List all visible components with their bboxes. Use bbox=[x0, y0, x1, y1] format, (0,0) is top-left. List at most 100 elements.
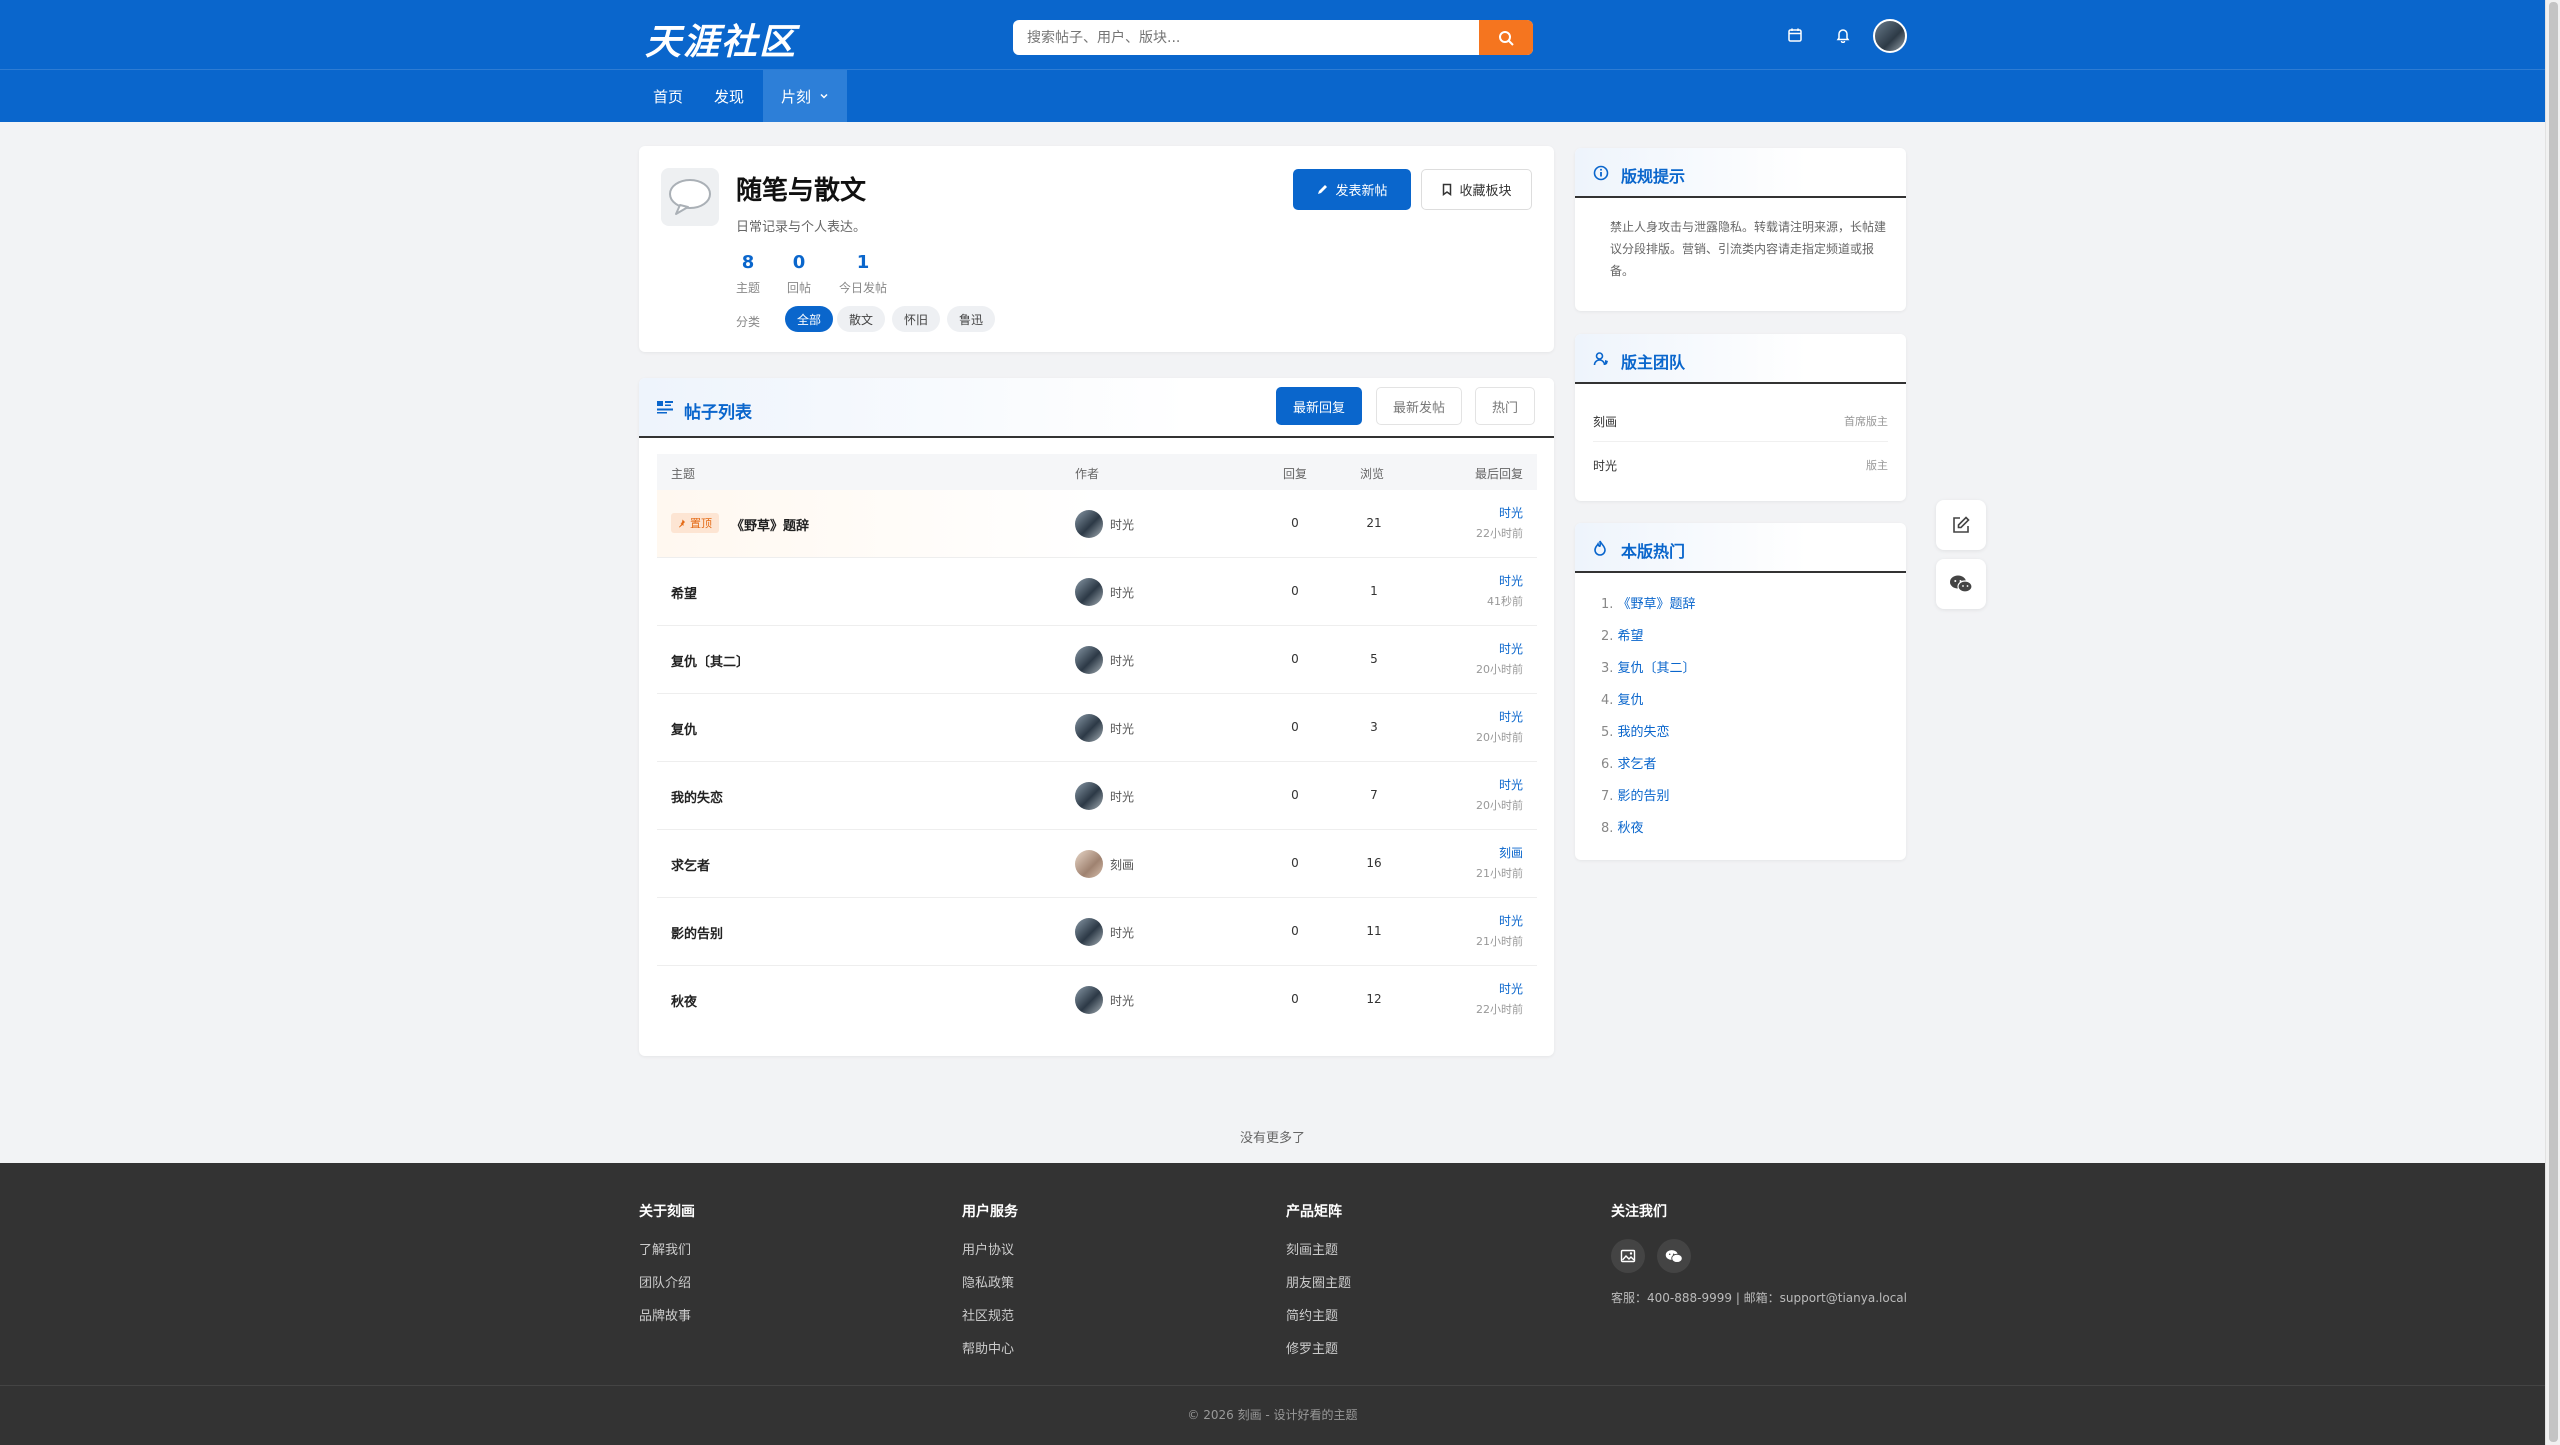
footer-link[interactable]: 团队介绍 bbox=[639, 1272, 695, 1291]
scrollbar-thumb[interactable] bbox=[2549, 2, 2558, 1442]
footer-link[interactable]: 隐私政策 bbox=[962, 1272, 1018, 1291]
post-author[interactable]: 时光 bbox=[1110, 924, 1134, 941]
avatar[interactable] bbox=[1075, 714, 1103, 742]
hot-post-title[interactable]: 复仇 bbox=[1618, 693, 1644, 708]
moderator-row[interactable]: 刻画 首席版主 bbox=[1593, 398, 1888, 442]
nav-discover[interactable]: 发现 bbox=[714, 70, 744, 122]
post-author[interactable]: 时光 bbox=[1110, 720, 1134, 737]
footer-link[interactable]: 品牌故事 bbox=[639, 1305, 695, 1324]
sort-latest-reply[interactable]: 最新回复 bbox=[1276, 387, 1363, 425]
post-subject[interactable]: 《野草》题辞 bbox=[731, 515, 809, 534]
hot-post-title[interactable]: 影的告别 bbox=[1618, 789, 1670, 804]
footer-link[interactable]: 了解我们 bbox=[639, 1239, 695, 1258]
footer-link[interactable]: 简约主题 bbox=[1286, 1305, 1351, 1324]
sort-latest-post[interactable]: 最新发帖 bbox=[1376, 387, 1463, 425]
hot-post-item[interactable]: 2. 希望 bbox=[1601, 625, 1644, 644]
table-row[interactable]: 希望 时光 0 1 时光 41秒前 bbox=[657, 558, 1537, 626]
moderator-name[interactable]: 刻画 bbox=[1593, 413, 1617, 430]
post-author[interactable]: 时光 bbox=[1110, 992, 1134, 1009]
last-reply-user[interactable]: 时光 bbox=[1476, 912, 1523, 929]
footer-link[interactable]: 刻画主题 bbox=[1286, 1239, 1351, 1258]
last-reply-user[interactable]: 刻画 bbox=[1476, 844, 1523, 861]
user-avatar[interactable] bbox=[1873, 19, 1907, 53]
last-reply-user[interactable]: 时光 bbox=[1487, 572, 1523, 589]
site-logo[interactable]: 天涯社区 bbox=[645, 13, 797, 65]
post-subject[interactable]: 复仇 bbox=[671, 719, 697, 738]
pencil-icon bbox=[1318, 185, 1328, 194]
hot-post-title[interactable]: 秋夜 bbox=[1618, 821, 1644, 836]
post-subject[interactable]: 影的告别 bbox=[671, 923, 723, 942]
page-scrollbar[interactable] bbox=[2545, 0, 2560, 1445]
last-reply-user[interactable]: 时光 bbox=[1476, 776, 1523, 793]
avatar[interactable] bbox=[1075, 986, 1103, 1014]
last-reply-user[interactable]: 时光 bbox=[1476, 640, 1523, 657]
post-author[interactable]: 时光 bbox=[1110, 788, 1134, 805]
post-subject[interactable]: 秋夜 bbox=[671, 991, 697, 1010]
table-row[interactable]: 复仇 时光 0 3 时光 20小时前 bbox=[657, 694, 1537, 762]
post-subject[interactable]: 求乞者 bbox=[671, 855, 710, 874]
nav-moments[interactable]: 片刻 bbox=[763, 70, 848, 122]
post-author[interactable]: 时光 bbox=[1110, 584, 1134, 601]
footer-link[interactable]: 用户协议 bbox=[962, 1239, 1018, 1258]
post-subject[interactable]: 复仇〔其二〕 bbox=[671, 651, 749, 670]
sort-hot[interactable]: 热门 bbox=[1475, 387, 1536, 425]
new-post-button[interactable]: 发表新帖 bbox=[1293, 169, 1411, 210]
avatar[interactable] bbox=[1075, 578, 1103, 606]
post-author[interactable]: 时光 bbox=[1110, 652, 1134, 669]
footer-link[interactable]: 社区规范 bbox=[962, 1305, 1018, 1324]
table-row[interactable]: 秋夜 时光 0 12 时光 22小时前 bbox=[657, 966, 1537, 1034]
avatar[interactable] bbox=[1075, 510, 1103, 538]
table-row[interactable]: 我的失恋 时光 0 7 时光 20小时前 bbox=[657, 762, 1537, 830]
nav-home[interactable]: 首页 bbox=[653, 70, 683, 122]
table-row[interactable]: 复仇〔其二〕 时光 0 5 时光 20小时前 bbox=[657, 626, 1537, 694]
hot-post-title[interactable]: 我的失恋 bbox=[1618, 725, 1670, 740]
wechat-float-button[interactable] bbox=[1936, 559, 1986, 609]
hot-post-title[interactable]: 复仇〔其二〕 bbox=[1618, 661, 1696, 676]
avatar[interactable] bbox=[1075, 646, 1103, 674]
avatar[interactable] bbox=[1075, 918, 1103, 946]
post-subject[interactable]: 希望 bbox=[671, 583, 697, 602]
hot-post-title[interactable]: 求乞者 bbox=[1618, 757, 1657, 772]
hot-post-title[interactable]: 希望 bbox=[1618, 629, 1644, 644]
search-button[interactable] bbox=[1479, 20, 1533, 55]
post-list-title: 帖子列表 bbox=[684, 403, 752, 423]
bell-icon[interactable] bbox=[1830, 22, 1856, 48]
avatar[interactable] bbox=[1075, 850, 1103, 878]
hot-posts-card: 本版热门 1. 《野草》题辞 2. 希望 3. 复仇〔其二〕 4. 复仇 5. … bbox=[1575, 523, 1906, 860]
last-reply-user[interactable]: 时光 bbox=[1476, 980, 1523, 997]
search-input[interactable] bbox=[1013, 20, 1479, 55]
category-chip-all[interactable]: 全部 bbox=[785, 306, 834, 332]
footer-link[interactable]: 修罗主题 bbox=[1286, 1338, 1351, 1357]
favorite-board-button[interactable]: 收藏板块 bbox=[1421, 169, 1532, 210]
footer-link[interactable]: 朋友圈主题 bbox=[1286, 1272, 1351, 1291]
last-reply-user[interactable]: 时光 bbox=[1476, 504, 1523, 521]
hot-post-item[interactable]: 1. 《野草》题辞 bbox=[1601, 593, 1696, 612]
compose-float-button[interactable] bbox=[1936, 500, 1986, 550]
last-reply-user[interactable]: 时光 bbox=[1476, 708, 1523, 725]
post-author[interactable]: 刻画 bbox=[1110, 856, 1134, 873]
hot-post-item[interactable]: 7. 影的告别 bbox=[1601, 785, 1670, 804]
table-row[interactable]: 影的告别 时光 0 11 时光 21小时前 bbox=[657, 898, 1537, 966]
moderator-row[interactable]: 时光 版主 bbox=[1593, 442, 1888, 486]
post-views: 7 bbox=[1370, 788, 1378, 802]
social-links bbox=[1611, 1239, 1907, 1273]
category-chip-luxun[interactable]: 鲁迅 bbox=[947, 306, 996, 332]
hot-post-item[interactable]: 5. 我的失恋 bbox=[1601, 721, 1670, 740]
table-row[interactable]: 求乞者 刻画 0 16 刻画 21小时前 bbox=[657, 830, 1537, 898]
category-chip-prose[interactable]: 散文 bbox=[837, 306, 886, 332]
post-subject[interactable]: 我的失恋 bbox=[671, 787, 723, 806]
hot-post-item[interactable]: 4. 复仇 bbox=[1601, 689, 1644, 708]
calendar-icon[interactable] bbox=[1782, 22, 1808, 48]
wechat-social-button[interactable] bbox=[1657, 1239, 1691, 1273]
hot-post-title[interactable]: 《野草》题辞 bbox=[1618, 597, 1696, 612]
footer-link[interactable]: 帮助中心 bbox=[962, 1338, 1018, 1357]
hot-post-item[interactable]: 3. 复仇〔其二〕 bbox=[1601, 657, 1696, 676]
hot-post-item[interactable]: 8. 秋夜 bbox=[1601, 817, 1644, 836]
category-chip-nostalgia[interactable]: 怀旧 bbox=[892, 306, 941, 332]
moderator-name[interactable]: 时光 bbox=[1593, 457, 1617, 474]
hot-post-item[interactable]: 6. 求乞者 bbox=[1601, 753, 1657, 772]
post-author[interactable]: 时光 bbox=[1110, 516, 1134, 533]
avatar[interactable] bbox=[1075, 782, 1103, 810]
image-social-button[interactable] bbox=[1611, 1239, 1645, 1273]
table-row[interactable]: 置顶 《野草》题辞 时光 0 21 时光 22小时前 bbox=[657, 490, 1537, 558]
